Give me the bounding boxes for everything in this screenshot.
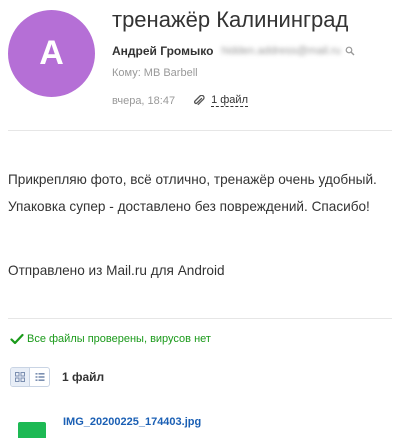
paperclip-icon xyxy=(194,94,205,105)
sender-row: Андрей Громыко hidden.address@mail.ru xyxy=(112,44,355,58)
attachments-count: 1 файл xyxy=(62,370,105,384)
recipient-row: Кому: MB Barbell xyxy=(112,67,201,79)
recipient-name[interactable]: MB Barbell xyxy=(144,67,198,79)
header-divider xyxy=(8,130,392,131)
search-icon[interactable] xyxy=(345,46,355,56)
grid-view-icon xyxy=(15,372,25,382)
virus-scan-text: Все файлы проверены, вирусов нет xyxy=(27,333,211,345)
check-icon xyxy=(10,333,24,345)
list-view-icon xyxy=(35,373,44,381)
image-thumbnail[interactable] xyxy=(18,422,46,438)
virus-scan-status: Все файлы проверены, вирусов нет xyxy=(10,333,211,345)
date-row: вчера, 18:47 1 файл xyxy=(112,94,248,107)
sender-name[interactable]: Андрей Громыко xyxy=(112,44,213,58)
message-body: Прикрепляю фото, всё отлично, тренажёр о… xyxy=(8,172,377,214)
body-divider xyxy=(8,318,392,319)
sender-avatar[interactable]: A xyxy=(8,10,95,97)
view-toggle xyxy=(10,367,50,387)
list-view-button[interactable] xyxy=(30,368,49,386)
to-label: Кому: xyxy=(112,67,141,79)
attachment-file-name[interactable]: IMG_20200225_174403.jpg xyxy=(63,416,201,428)
message-signature: Отправлено из Mail.ru для Android xyxy=(8,263,225,278)
grid-view-button[interactable] xyxy=(11,368,30,386)
message-subject: тренажёр Калининград xyxy=(112,7,349,32)
attachments-link[interactable]: 1 файл xyxy=(211,94,248,107)
attachments-toolbar: 1 файл xyxy=(10,367,104,387)
message-date: вчера, 18:47 xyxy=(112,94,176,107)
sender-email[interactable]: hidden.address@mail.ru xyxy=(221,45,340,57)
